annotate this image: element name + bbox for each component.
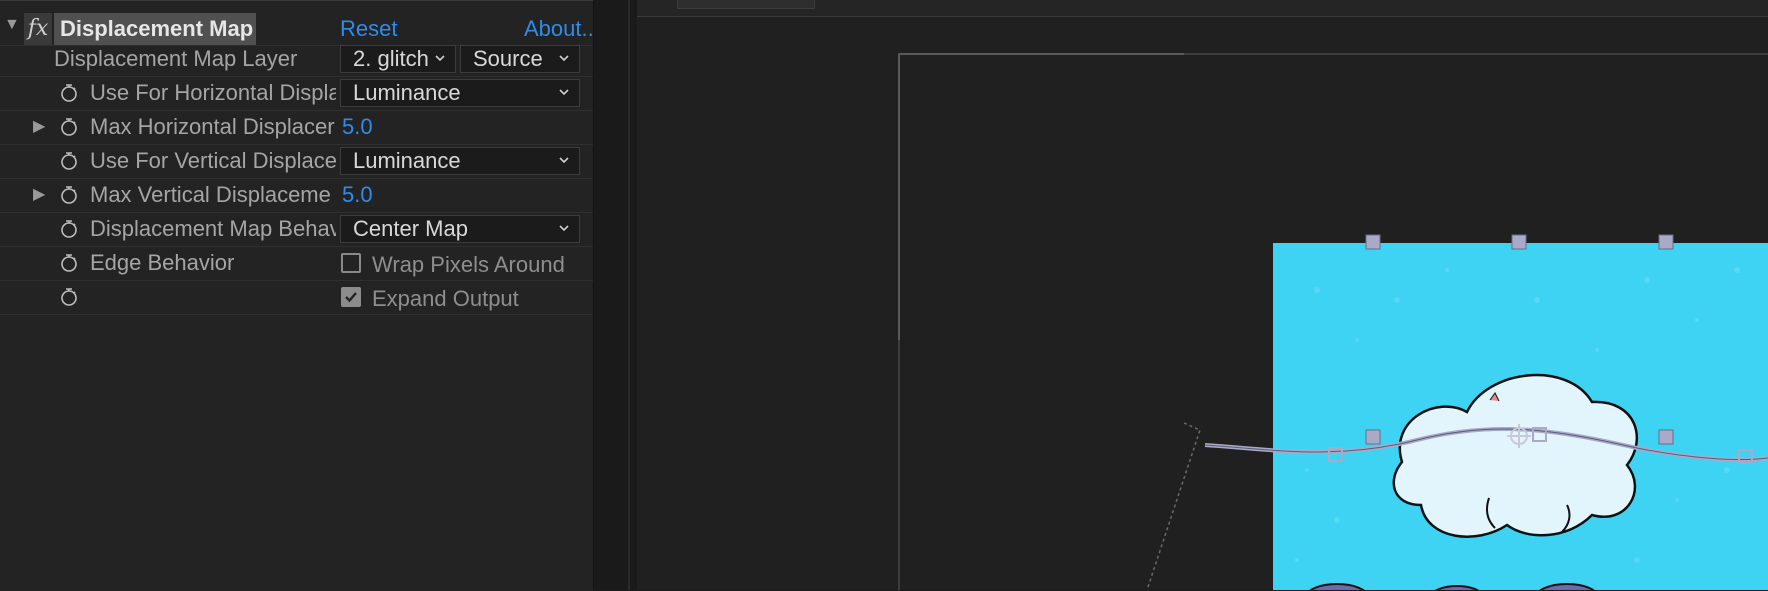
- stopwatch-icon[interactable]: [60, 288, 78, 306]
- property-label: Max Horizontal Displacer: [90, 114, 335, 139]
- composition-viewer[interactable]: [637, 0, 1768, 590]
- property-label: Use For Vertical Displacer: [90, 148, 336, 173]
- chevron-down-icon: [559, 55, 569, 62]
- stopwatch-icon[interactable]: [60, 186, 78, 204]
- property-label: Displacement Map Behav: [90, 216, 336, 241]
- expand-output-label[interactable]: Expand Output: [372, 282, 519, 316]
- property-label: Edge Behavior: [90, 250, 235, 275]
- property-row-max-vertical: ▶ Max Vertical Displaceme 5.0: [0, 178, 593, 213]
- property-label: Max Vertical Displaceme: [90, 182, 331, 207]
- stopwatch-icon[interactable]: [60, 84, 78, 102]
- divider-grip[interactable]: [628, 0, 630, 590]
- use-vertical-value: Luminance: [353, 148, 461, 173]
- use-vertical-dropdown[interactable]: Luminance: [340, 147, 580, 175]
- handle-mid-left[interactable]: [1365, 429, 1381, 445]
- source-dropdown-value: Source: [473, 46, 543, 71]
- max-vertical-value[interactable]: 5.0: [342, 178, 373, 212]
- viewer-canvas[interactable]: [637, 0, 1768, 590]
- handle-top-right[interactable]: [1658, 234, 1674, 250]
- use-horizontal-value: Luminance: [353, 80, 461, 105]
- chevron-down-icon: [559, 225, 569, 232]
- stopwatch-icon[interactable]: [60, 220, 78, 238]
- handle-mid-right[interactable]: [1658, 429, 1674, 445]
- stopwatch-icon[interactable]: [60, 118, 78, 136]
- twirl-right-icon[interactable]: ▶: [33, 178, 45, 212]
- property-row-edge-behavior: Edge Behavior Wrap Pixels Around: [0, 246, 593, 281]
- property-label: Use For Horizontal Displa: [90, 80, 336, 105]
- property-row-max-horizontal: ▶ Max Horizontal Displacer 5.0: [0, 110, 593, 145]
- stopwatch-icon[interactable]: [60, 152, 78, 170]
- property-row-use-horizontal: Use For Horizontal Displa Luminance: [0, 76, 593, 111]
- checkmark-icon: [345, 292, 357, 303]
- layer-dropdown[interactable]: 2. glitch: [340, 45, 456, 73]
- reset-link[interactable]: Reset: [340, 13, 397, 45]
- wrap-pixels-checkbox[interactable]: [341, 253, 361, 273]
- source-dropdown[interactable]: Source: [460, 45, 580, 73]
- wrap-pixels-label[interactable]: Wrap Pixels Around: [372, 248, 565, 282]
- effect-name[interactable]: Displacement Map: [54, 13, 256, 45]
- max-horizontal-value[interactable]: 5.0: [342, 110, 373, 144]
- property-row-map-behavior: Displacement Map Behav Center Map: [0, 212, 593, 247]
- twirl-right-icon[interactable]: ▶: [33, 110, 45, 144]
- panel-divider[interactable]: [593, 0, 638, 590]
- effect-header: ▼ fx Displacement Map Reset About...: [0, 5, 600, 46]
- property-row-map-layer: Displacement Map Layer 2. glitch Source: [0, 42, 593, 77]
- property-row-use-vertical: Use For Vertical Displacer Luminance: [0, 144, 593, 179]
- twirl-down-icon[interactable]: ▼: [4, 5, 20, 45]
- chevron-down-icon: [435, 55, 445, 62]
- handle-top-center[interactable]: [1511, 234, 1527, 250]
- fx-toggle-icon[interactable]: fx: [24, 13, 52, 45]
- layer-dropdown-value: 2. glitch: [353, 46, 429, 71]
- property-label: Displacement Map Layer: [54, 46, 298, 71]
- effect-controls-panel: ▼ fx Displacement Map Reset About... Dis…: [0, 0, 600, 591]
- property-row-expand-output: Expand Output: [0, 280, 593, 315]
- about-link[interactable]: About...: [524, 13, 600, 45]
- stopwatch-icon[interactable]: [60, 254, 78, 272]
- map-behavior-dropdown[interactable]: Center Map: [340, 215, 580, 243]
- layer-bounds-dotted: [1146, 422, 1201, 590]
- handle-top-left[interactable]: [1365, 234, 1381, 250]
- chevron-down-icon: [559, 89, 569, 96]
- map-behavior-value: Center Map: [353, 216, 468, 241]
- chevron-down-icon: [559, 157, 569, 164]
- use-horizontal-dropdown[interactable]: Luminance: [340, 79, 580, 107]
- expand-output-checkbox[interactable]: [341, 287, 361, 307]
